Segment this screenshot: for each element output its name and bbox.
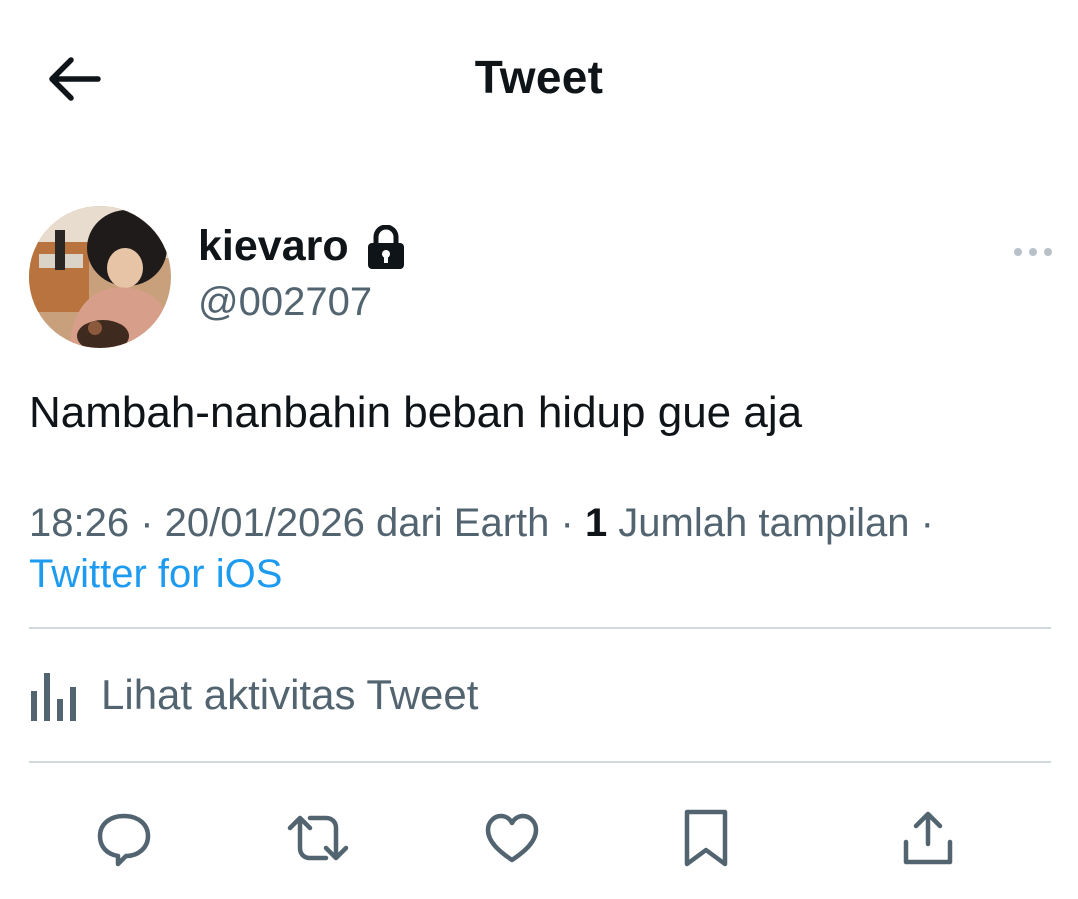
- views-count: 1: [584, 501, 608, 545]
- lock-icon: [367, 224, 405, 269]
- like-button[interactable]: [474, 800, 550, 876]
- profile-photo: [29, 206, 171, 348]
- display-name-text: kievaro: [198, 222, 349, 270]
- reply-icon: [97, 813, 151, 867]
- bookmark-icon: [684, 809, 728, 867]
- avatar[interactable]: [29, 206, 171, 348]
- tweet-action-bar: [0, 800, 1078, 876]
- separator-dot: ·: [129, 501, 165, 545]
- separator-dot: ·: [549, 501, 585, 545]
- more-horizontal-icon: [1014, 248, 1052, 256]
- bookmark-button[interactable]: [668, 800, 744, 876]
- meta-line-2: Twitter for iOS: [29, 549, 934, 600]
- analytics-bar-icon: [31, 673, 76, 721]
- views-label: Jumlah tampilan: [607, 501, 910, 545]
- tweet-source-link[interactable]: Twitter for iOS: [29, 552, 282, 596]
- tweet-metadata: 18:26 · 20/01/2026 dari Earth · 1 Jumlah…: [29, 498, 934, 600]
- divider: [29, 627, 1051, 629]
- share-icon: [903, 811, 953, 865]
- tweet-location: dari Earth: [364, 501, 550, 545]
- author-handle[interactable]: @002707: [198, 280, 372, 325]
- tweet-time[interactable]: 18:26: [29, 501, 129, 545]
- tweet-text: Nambah-nanbahin beban hidup gue aja: [29, 388, 803, 437]
- reply-button[interactable]: [86, 800, 162, 876]
- retweet-icon: [287, 815, 349, 861]
- retweet-button[interactable]: [280, 800, 356, 876]
- more-options-button[interactable]: [1008, 236, 1058, 268]
- share-button[interactable]: [890, 800, 966, 876]
- separator-dot: ·: [909, 501, 934, 545]
- tweet-date[interactable]: 20/01/2026: [165, 501, 365, 545]
- divider: [29, 761, 1051, 763]
- heart-icon: [485, 813, 539, 863]
- view-tweet-activity[interactable]: Lihat aktivitas Tweet: [29, 660, 478, 730]
- page-title: Tweet: [474, 51, 604, 103]
- top-bar: Tweet: [0, 0, 1078, 160]
- activity-label: Lihat aktivitas Tweet: [101, 671, 479, 718]
- meta-line-1: 18:26 · 20/01/2026 dari Earth · 1 Jumlah…: [29, 498, 934, 549]
- author-display-name[interactable]: kievaro: [198, 222, 405, 271]
